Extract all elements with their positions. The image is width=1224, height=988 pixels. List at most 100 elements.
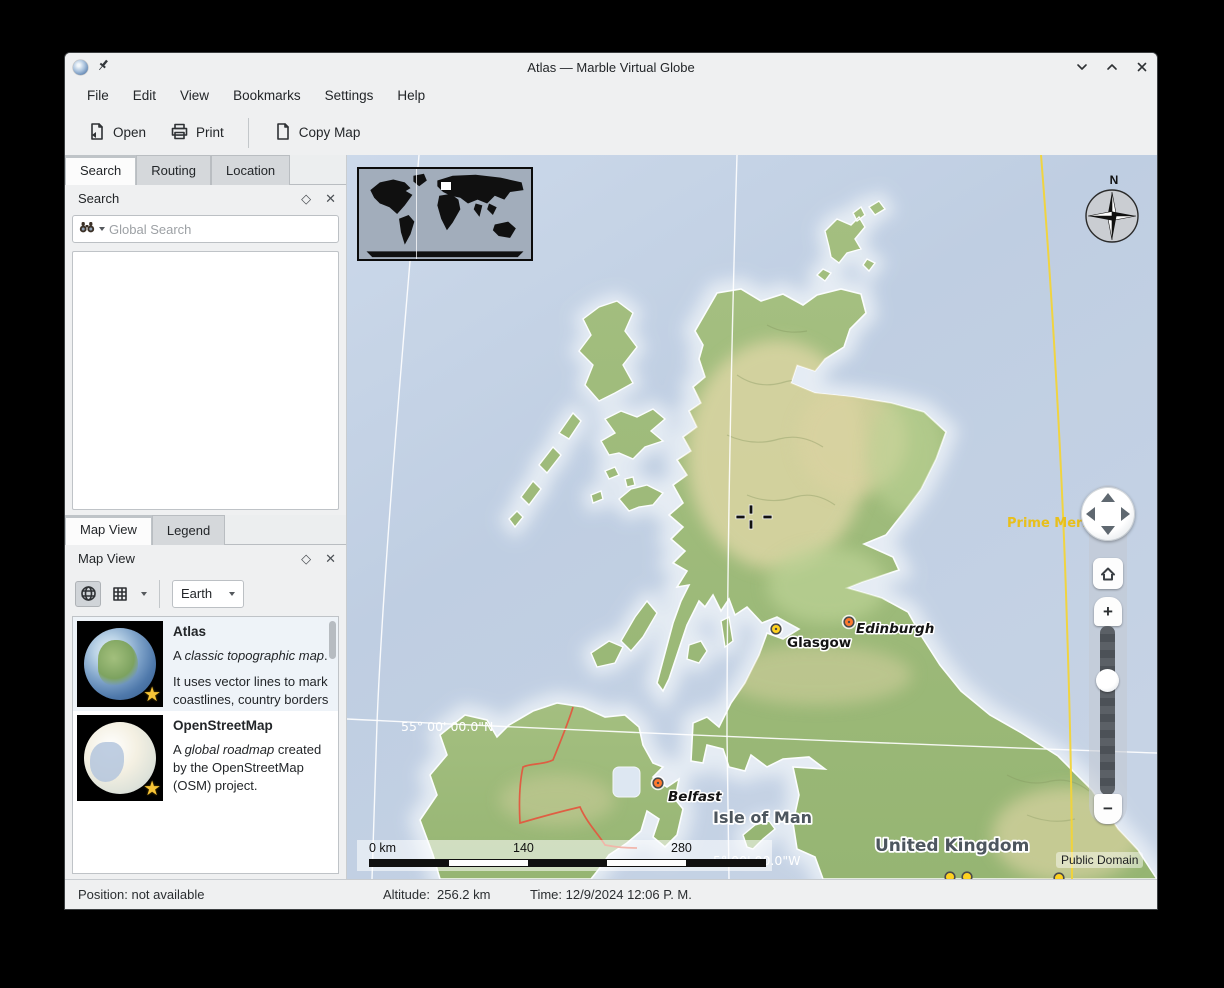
menu-file[interactable]: File bbox=[78, 84, 118, 107]
search-panel-header: Search ◇ ✕ bbox=[65, 185, 346, 212]
map-canvas[interactable]: 55° 00' 00.0"N 5° 00' 00.0"W Prime Merid… bbox=[347, 155, 1157, 879]
region-label-isle-of-man: Isle of Man bbox=[713, 808, 812, 827]
tab-map-view[interactable]: Map View bbox=[65, 515, 152, 545]
search-input[interactable] bbox=[109, 222, 332, 237]
float-panel-icon[interactable]: ◇ bbox=[301, 192, 311, 205]
close-panel-icon[interactable]: ✕ bbox=[325, 192, 336, 205]
tab-routing[interactable]: Routing bbox=[136, 155, 211, 185]
copy-map-icon bbox=[273, 122, 292, 144]
tab-search[interactable]: Search bbox=[65, 155, 136, 185]
window-title: Atlas — Marble Virtual Globe bbox=[65, 60, 1157, 75]
theme-item-openstreetmap[interactable]: ★ OpenStreetMap A global roadmap created… bbox=[73, 711, 338, 805]
city-label-glasgow: Glasgow bbox=[787, 635, 851, 651]
titlebar[interactable]: Atlas — Marble Virtual Globe bbox=[65, 53, 1157, 81]
status-altitude-value: 256.2 km bbox=[437, 887, 490, 902]
view-tabbar-filler bbox=[225, 515, 346, 545]
search-options-caret[interactable] bbox=[99, 227, 105, 231]
overview-meridian-line bbox=[416, 169, 417, 259]
open-button[interactable]: Open bbox=[77, 116, 156, 150]
status-time: Time: 12/9/2024 12:06 P. M. bbox=[530, 887, 692, 902]
menu-settings[interactable]: Settings bbox=[316, 84, 383, 107]
search-panel-title: Search bbox=[78, 191, 287, 206]
theme-name: OpenStreetMap bbox=[173, 717, 334, 736]
celestial-body-select[interactable]: Earth bbox=[172, 580, 244, 608]
theme-description-more: It uses vector lines to markcoastlines, … bbox=[173, 673, 328, 709]
compass-rose[interactable]: N bbox=[1084, 173, 1144, 249]
status-position: Position: not available bbox=[78, 887, 204, 902]
tab-location[interactable]: Location bbox=[211, 155, 290, 185]
zoom-in-button[interactable]: + bbox=[1094, 597, 1122, 626]
scale-mid-label: 140 bbox=[513, 841, 534, 855]
projection-grid-button[interactable] bbox=[107, 581, 133, 607]
maximize-button[interactable] bbox=[1105, 60, 1119, 74]
close-button[interactable] bbox=[1135, 60, 1149, 74]
printer-icon bbox=[170, 122, 189, 144]
themes-scrollbar[interactable] bbox=[329, 621, 336, 659]
globe-projection-button[interactable] bbox=[75, 581, 101, 607]
menu-view[interactable]: View bbox=[171, 84, 218, 107]
marble-app-icon bbox=[73, 60, 88, 75]
menu-edit[interactable]: Edit bbox=[124, 84, 165, 107]
map-theme-list: ★ Atlas A classic topographic map. It us… bbox=[72, 616, 339, 875]
toolbar-separator bbox=[248, 118, 249, 148]
home-button[interactable] bbox=[1093, 558, 1123, 589]
scale-bar-segments bbox=[369, 859, 766, 867]
print-button[interactable]: Print bbox=[160, 116, 234, 150]
copy-map-button[interactable]: Copy Map bbox=[263, 116, 371, 150]
document-open-icon bbox=[87, 122, 106, 144]
scale-start-label: 0 km bbox=[369, 841, 396, 855]
theme-description: A global roadmap created by the OpenStre… bbox=[173, 741, 334, 795]
zoom-out-button[interactable]: − bbox=[1094, 794, 1122, 824]
pan-up-arrow[interactable] bbox=[1101, 493, 1115, 502]
map-viewport[interactable]: 55° 00' 00.0"N 5° 00' 00.0"W Prime Merid… bbox=[347, 155, 1157, 879]
license-attribution[interactable]: Public Domain bbox=[1056, 852, 1143, 868]
latitude-label: 55° 00' 00.0"N bbox=[401, 719, 493, 734]
osm-thumbnail: ★ bbox=[77, 715, 163, 801]
binoculars-icon bbox=[79, 220, 95, 238]
status-altitude-label: Altitude: bbox=[383, 887, 430, 902]
map-scale-bar: 0 km 140 280 bbox=[357, 840, 772, 871]
menu-help[interactable]: Help bbox=[388, 84, 434, 107]
theme-item-atlas[interactable]: ★ Atlas A classic topographic map. It us… bbox=[73, 617, 338, 711]
overview-world-map[interactable] bbox=[357, 167, 533, 261]
zoom-slider-handle[interactable] bbox=[1096, 669, 1119, 692]
city-label-edinburgh: Edinburgh bbox=[856, 621, 934, 637]
lough-neagh bbox=[613, 767, 640, 797]
menubar: File Edit View Bookmarks Settings Help bbox=[65, 81, 1157, 110]
overview-viewport-indicator bbox=[441, 182, 451, 190]
favorite-star-icon[interactable]: ★ bbox=[143, 776, 161, 801]
controls-separator bbox=[159, 580, 160, 608]
pan-down-arrow[interactable] bbox=[1101, 526, 1115, 535]
panel-tabbar: Search Routing Location bbox=[65, 155, 346, 185]
tabbar-filler bbox=[290, 155, 346, 185]
map-view-panel-header: Map View ◇ ✕ bbox=[65, 545, 346, 572]
map-view-controls: Earth bbox=[65, 572, 346, 616]
map-view-panel-title: Map View bbox=[78, 551, 287, 566]
pan-right-arrow[interactable] bbox=[1121, 507, 1130, 521]
navigation-widget: + − bbox=[1089, 485, 1127, 825]
main-toolbar: Open Print Copy Map bbox=[65, 110, 1157, 155]
compass-north-label: N bbox=[1084, 173, 1144, 187]
theme-description: A classic topographic map. bbox=[173, 647, 328, 665]
city-label-belfast: Belfast bbox=[668, 789, 722, 805]
close-panel-icon[interactable]: ✕ bbox=[325, 552, 336, 565]
tab-legend[interactable]: Legend bbox=[152, 515, 225, 545]
zoom-slider-track[interactable] bbox=[1100, 626, 1115, 795]
pan-left-arrow[interactable] bbox=[1086, 507, 1095, 521]
search-results-area[interactable] bbox=[72, 251, 339, 510]
search-input-box[interactable] bbox=[72, 215, 339, 243]
favorite-star-icon[interactable]: ★ bbox=[143, 682, 161, 707]
pin-icon[interactable] bbox=[96, 58, 110, 77]
scale-end-label: 280 bbox=[671, 841, 692, 855]
theme-name: Atlas bbox=[173, 623, 328, 642]
menu-bookmarks[interactable]: Bookmarks bbox=[224, 84, 310, 107]
marble-window: Atlas — Marble Virtual Globe File Edit V… bbox=[65, 53, 1157, 909]
pan-control-pad[interactable] bbox=[1081, 487, 1135, 541]
region-label-united-kingdom: United Kingdom bbox=[875, 836, 1029, 856]
view-tabbar: Map View Legend bbox=[65, 515, 346, 545]
minimize-button[interactable] bbox=[1075, 60, 1089, 74]
combo-caret bbox=[229, 592, 235, 596]
atlas-thumbnail: ★ bbox=[77, 621, 163, 707]
projection-dropdown-caret[interactable] bbox=[141, 592, 147, 596]
float-panel-icon[interactable]: ◇ bbox=[301, 552, 311, 565]
